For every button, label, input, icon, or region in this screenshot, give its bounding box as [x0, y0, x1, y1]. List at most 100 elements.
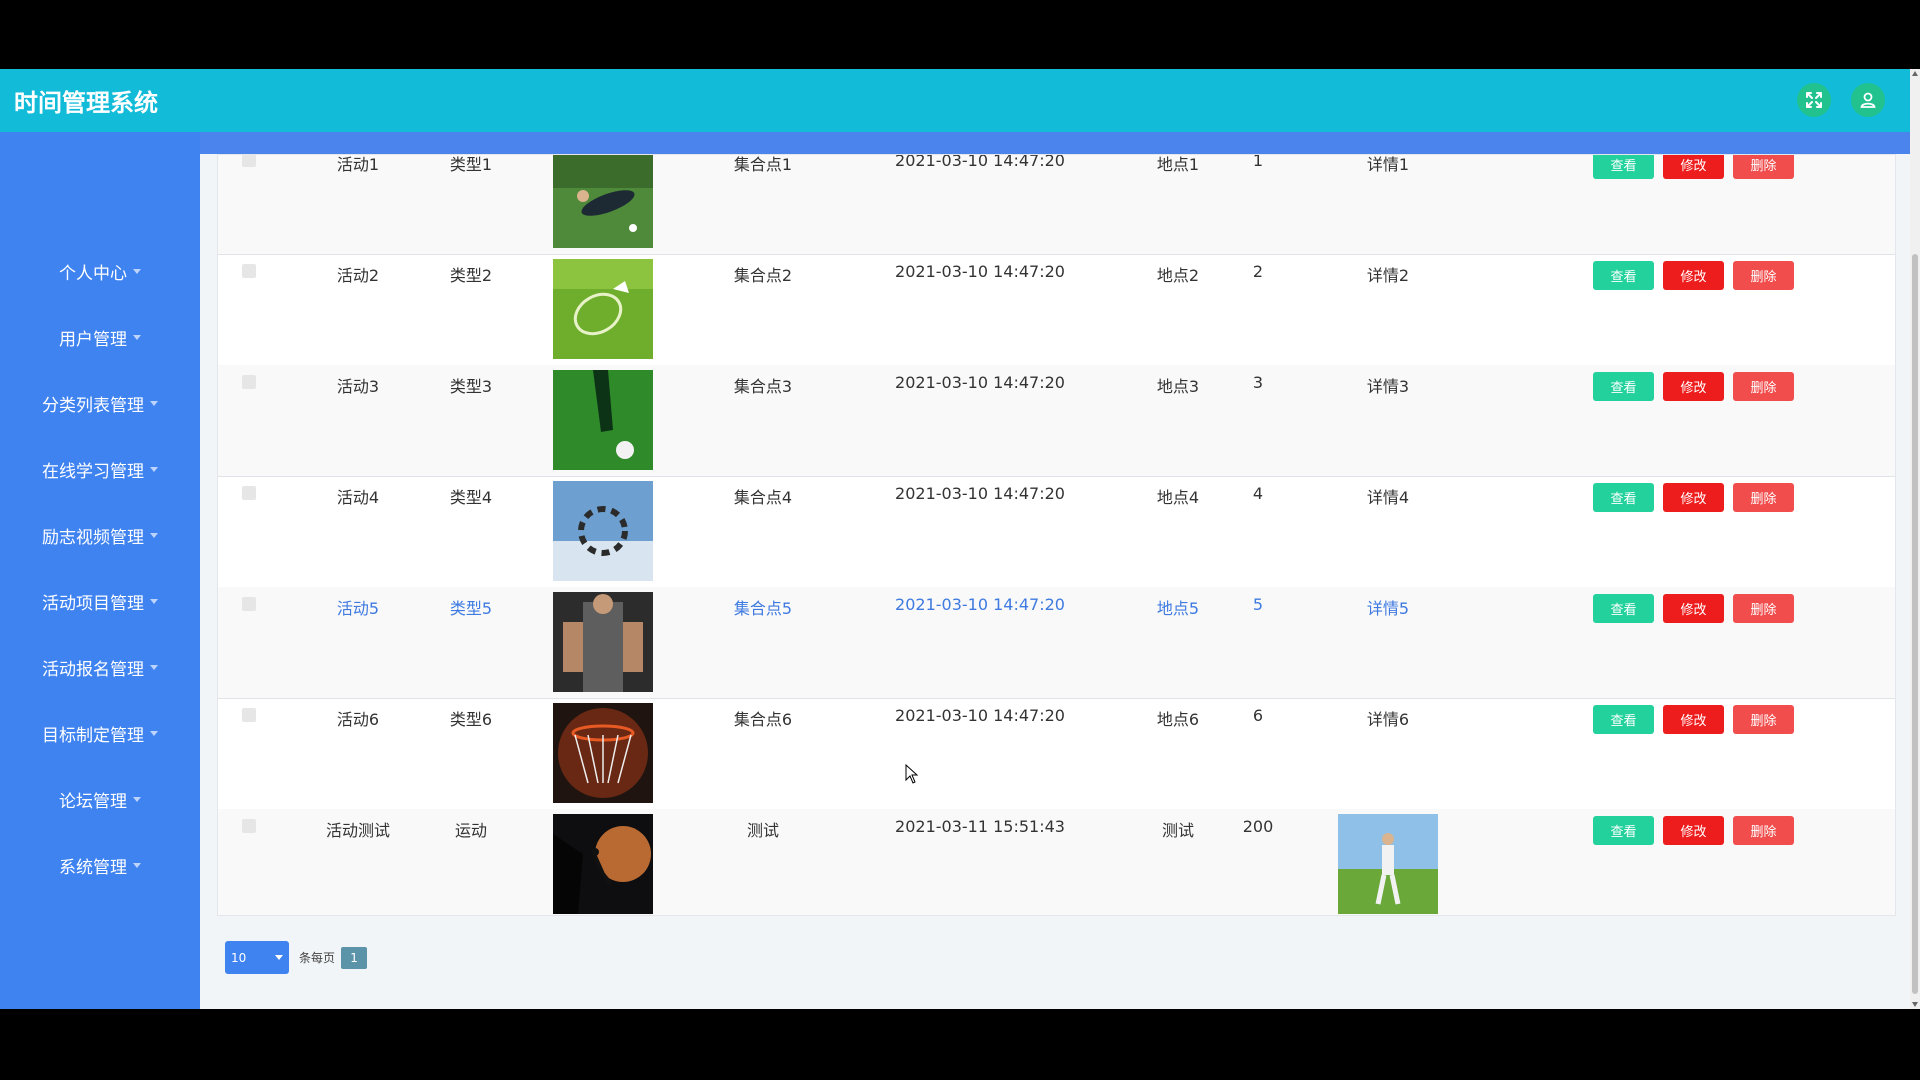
table-row: 活动1 类型1 集合点1 2021-03-10 14:47:20 地点1 1 详…	[218, 154, 1895, 255]
top-header: 时间管理系统	[0, 69, 1910, 132]
sidebar-item-motivation-video[interactable]: 励志视频管理	[0, 520, 200, 550]
row-checkbox[interactable]	[242, 264, 256, 278]
sidebar-item-category-management[interactable]: 分类列表管理	[0, 388, 200, 418]
row-checkbox[interactable]	[242, 708, 256, 722]
sidebar-item-goal-setting[interactable]: 目标制定管理	[0, 718, 200, 748]
activity-type: 类型2	[449, 266, 493, 285]
delete-button[interactable]: 删除	[1733, 594, 1794, 623]
caret-down-icon	[133, 796, 141, 802]
edit-button[interactable]: 修改	[1663, 372, 1724, 401]
activity-place: 地点5	[1156, 599, 1200, 618]
caret-down-icon	[150, 730, 158, 736]
activity-name: 活动3	[336, 377, 380, 396]
golfer-photo	[1338, 814, 1438, 914]
skydiving-photo	[553, 481, 653, 581]
page-size-value: 10	[231, 950, 247, 965]
table-row: 活动2 类型2 集合点2 2021-03-10 14:47:20 地点2 2 详…	[218, 254, 1895, 366]
meeting-point: 集合点3	[733, 377, 793, 396]
delete-button[interactable]: 删除	[1733, 705, 1794, 734]
content-top-bar	[200, 132, 1910, 154]
meeting-point: 集合点2	[733, 266, 793, 285]
activity-name: 活动4	[336, 488, 380, 507]
page-button-current[interactable]: 1	[341, 946, 368, 969]
climbing-photo	[553, 814, 653, 914]
sidebar-item-forum[interactable]: 论坛管理	[0, 784, 200, 814]
delete-button[interactable]: 删除	[1733, 372, 1794, 401]
row-checkbox[interactable]	[242, 486, 256, 500]
activity-detail: 详情3	[1366, 377, 1410, 396]
sidebar-item-activity-signup[interactable]: 活动报名管理	[0, 652, 200, 682]
participant-count: 1	[1252, 154, 1264, 170]
sidebar-item-personal-center[interactable]: 个人中心	[0, 256, 200, 286]
activity-name: 活动2	[336, 266, 380, 285]
page-size-select[interactable]: 10	[225, 941, 289, 974]
vertical-scrollbar[interactable]	[1910, 69, 1920, 1009]
meeting-point: 集合点6	[733, 710, 793, 729]
user-button[interactable]	[1851, 83, 1885, 117]
edit-button[interactable]: 修改	[1663, 816, 1724, 845]
activity-time: 2021-03-10 14:47:20	[895, 484, 1065, 503]
activity-time: 2021-03-10 14:47:20	[895, 373, 1065, 392]
meeting-point: 集合点5	[733, 599, 793, 618]
activity-detail: 详情4	[1366, 488, 1410, 507]
activity-type: 类型6	[449, 710, 493, 729]
sidebar-item-activity-project[interactable]: 活动项目管理	[0, 586, 200, 616]
caret-down-icon	[133, 862, 141, 868]
fullscreen-button[interactable]	[1797, 83, 1831, 117]
meeting-point: 集合点4	[733, 488, 793, 507]
view-button[interactable]: 查看	[1593, 483, 1654, 512]
edit-button[interactable]: 修改	[1663, 483, 1724, 512]
table-row: 活动3 类型3 集合点3 2021-03-10 14:47:20 地点3 3 详…	[218, 365, 1895, 477]
sidebar-item-label: 论坛管理	[59, 791, 127, 812]
scrollbar-thumb[interactable]	[1912, 254, 1918, 994]
view-button[interactable]: 查看	[1593, 594, 1654, 623]
activity-place: 地点4	[1156, 488, 1200, 507]
sidebar-item-online-learning[interactable]: 在线学习管理	[0, 454, 200, 484]
scroll-up-icon[interactable]	[1912, 71, 1918, 76]
caret-down-icon	[150, 598, 158, 604]
activity-time: 2021-03-10 14:47:20	[895, 154, 1065, 170]
activity-name: 活动6	[336, 710, 380, 729]
activity-place: 地点6	[1156, 710, 1200, 729]
scroll-down-icon[interactable]	[1912, 1002, 1918, 1007]
activity-time: 2021-03-10 14:47:20	[895, 262, 1065, 281]
delete-button[interactable]: 删除	[1733, 483, 1794, 512]
sidebar-item-user-management[interactable]: 用户管理	[0, 322, 200, 352]
activity-table: 活动1 类型1 集合点1 2021-03-10 14:47:20 地点1 1 详…	[217, 154, 1896, 916]
activity-place: 地点3	[1156, 377, 1200, 396]
sidebar-item-label: 分类列表管理	[42, 395, 144, 416]
view-button[interactable]: 查看	[1593, 816, 1654, 845]
sidebar: 个人中心 用户管理 分类列表管理 在线学习管理 励志视频管理 活动项目管理 活动…	[0, 132, 200, 1009]
activity-detail: 详情6	[1366, 710, 1410, 729]
view-button[interactable]: 查看	[1593, 261, 1654, 290]
edit-button[interactable]: 修改	[1663, 594, 1724, 623]
view-button[interactable]: 查看	[1593, 372, 1654, 401]
participant-count: 6	[1252, 706, 1264, 725]
caret-down-icon	[150, 532, 158, 538]
table-row: 活动5 类型5 集合点5 2021-03-10 14:47:20 地点5 5 详…	[218, 587, 1895, 699]
meeting-point: 集合点1	[733, 155, 793, 174]
edit-button[interactable]: 修改	[1663, 705, 1724, 734]
sidebar-item-system[interactable]: 系统管理	[0, 850, 200, 880]
caret-down-icon	[133, 334, 141, 340]
caret-down-icon	[150, 664, 158, 670]
activity-time: 2021-03-11 15:51:43	[895, 817, 1065, 836]
delete-button[interactable]: 删除	[1733, 261, 1794, 290]
user-icon	[1860, 92, 1876, 108]
sidebar-item-label: 目标制定管理	[42, 725, 144, 746]
participant-count: 3	[1252, 373, 1264, 392]
basketball-hoop-photo	[553, 703, 653, 803]
edit-button[interactable]: 修改	[1663, 155, 1724, 179]
activity-detail: 详情5	[1366, 599, 1410, 618]
delete-button[interactable]: 删除	[1733, 155, 1794, 179]
edit-button[interactable]: 修改	[1663, 261, 1724, 290]
caret-down-icon	[133, 268, 141, 274]
delete-button[interactable]: 删除	[1733, 816, 1794, 845]
sidebar-item-label: 用户管理	[59, 329, 127, 350]
view-button[interactable]: 查看	[1593, 155, 1654, 179]
row-checkbox[interactable]	[242, 375, 256, 389]
row-checkbox[interactable]	[242, 597, 256, 611]
row-checkbox[interactable]	[242, 155, 256, 167]
row-checkbox[interactable]	[242, 819, 256, 833]
view-button[interactable]: 查看	[1593, 705, 1654, 734]
